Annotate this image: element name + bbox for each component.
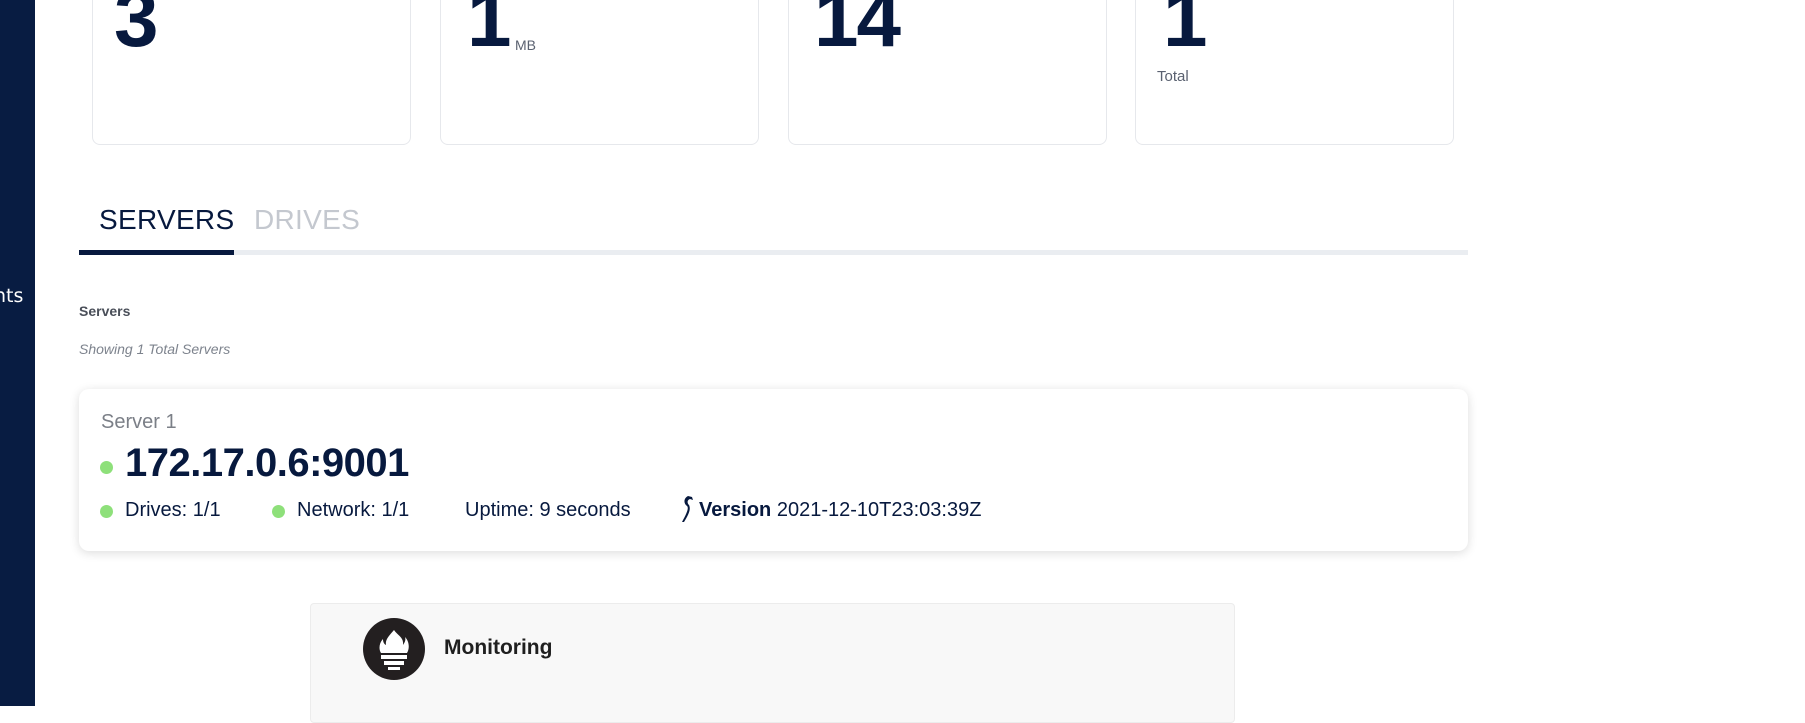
network-status-dot-icon: [272, 505, 285, 518]
server-address: 172.17.0.6:9001: [125, 441, 409, 485]
uptime: Uptime: 9 seconds: [465, 499, 631, 521]
server-name: Server 1: [101, 411, 177, 433]
version-info: Version 2021-12-10T23:03:39Z: [699, 499, 981, 522]
monitoring-label: Monitoring: [444, 636, 553, 659]
stat-value: 3: [114, 0, 158, 63]
version-label: Version: [699, 499, 772, 521]
stat-card-1: 3: [92, 0, 411, 145]
tab-rail: [79, 250, 1468, 255]
stat-unit: MB: [515, 37, 536, 53]
server-status-dot-icon: [100, 461, 113, 474]
stat-card-4: 1 Total: [1135, 0, 1454, 145]
version-value: 2021-12-10T23:03:39Z: [776, 499, 982, 521]
stat-subtitle: Total: [1157, 68, 1189, 85]
drives-status: Drives: 1/1: [125, 499, 221, 521]
section-subtitle: Showing 1 Total Servers: [79, 341, 231, 357]
stat-value: 1: [467, 0, 511, 63]
tab-servers[interactable]: SERVERS: [99, 204, 234, 236]
sidebar: nts: [0, 0, 35, 706]
minio-bird-icon: [679, 495, 695, 529]
stat-card-2: 1 MB: [440, 0, 759, 145]
section-title: Servers: [79, 303, 131, 319]
monitoring-panel[interactable]: Monitoring: [310, 603, 1235, 723]
prometheus-flame-icon: [363, 618, 425, 680]
stat-value: 14: [814, 0, 901, 63]
tab-drives[interactable]: DRIVES: [254, 204, 360, 236]
server-card[interactable]: Server 1 172.17.0.6:9001 Drives: 1/1 Net…: [79, 389, 1468, 551]
active-tab-indicator: [79, 250, 234, 255]
tab-bar: SERVERS DRIVES: [79, 198, 1468, 258]
drives-status-dot-icon: [100, 505, 113, 518]
network-status: Network: 1/1: [297, 499, 410, 521]
stat-card-3: 14: [788, 0, 1107, 145]
stat-value: 1: [1163, 0, 1207, 63]
sidebar-item-label[interactable]: nts: [0, 285, 23, 307]
